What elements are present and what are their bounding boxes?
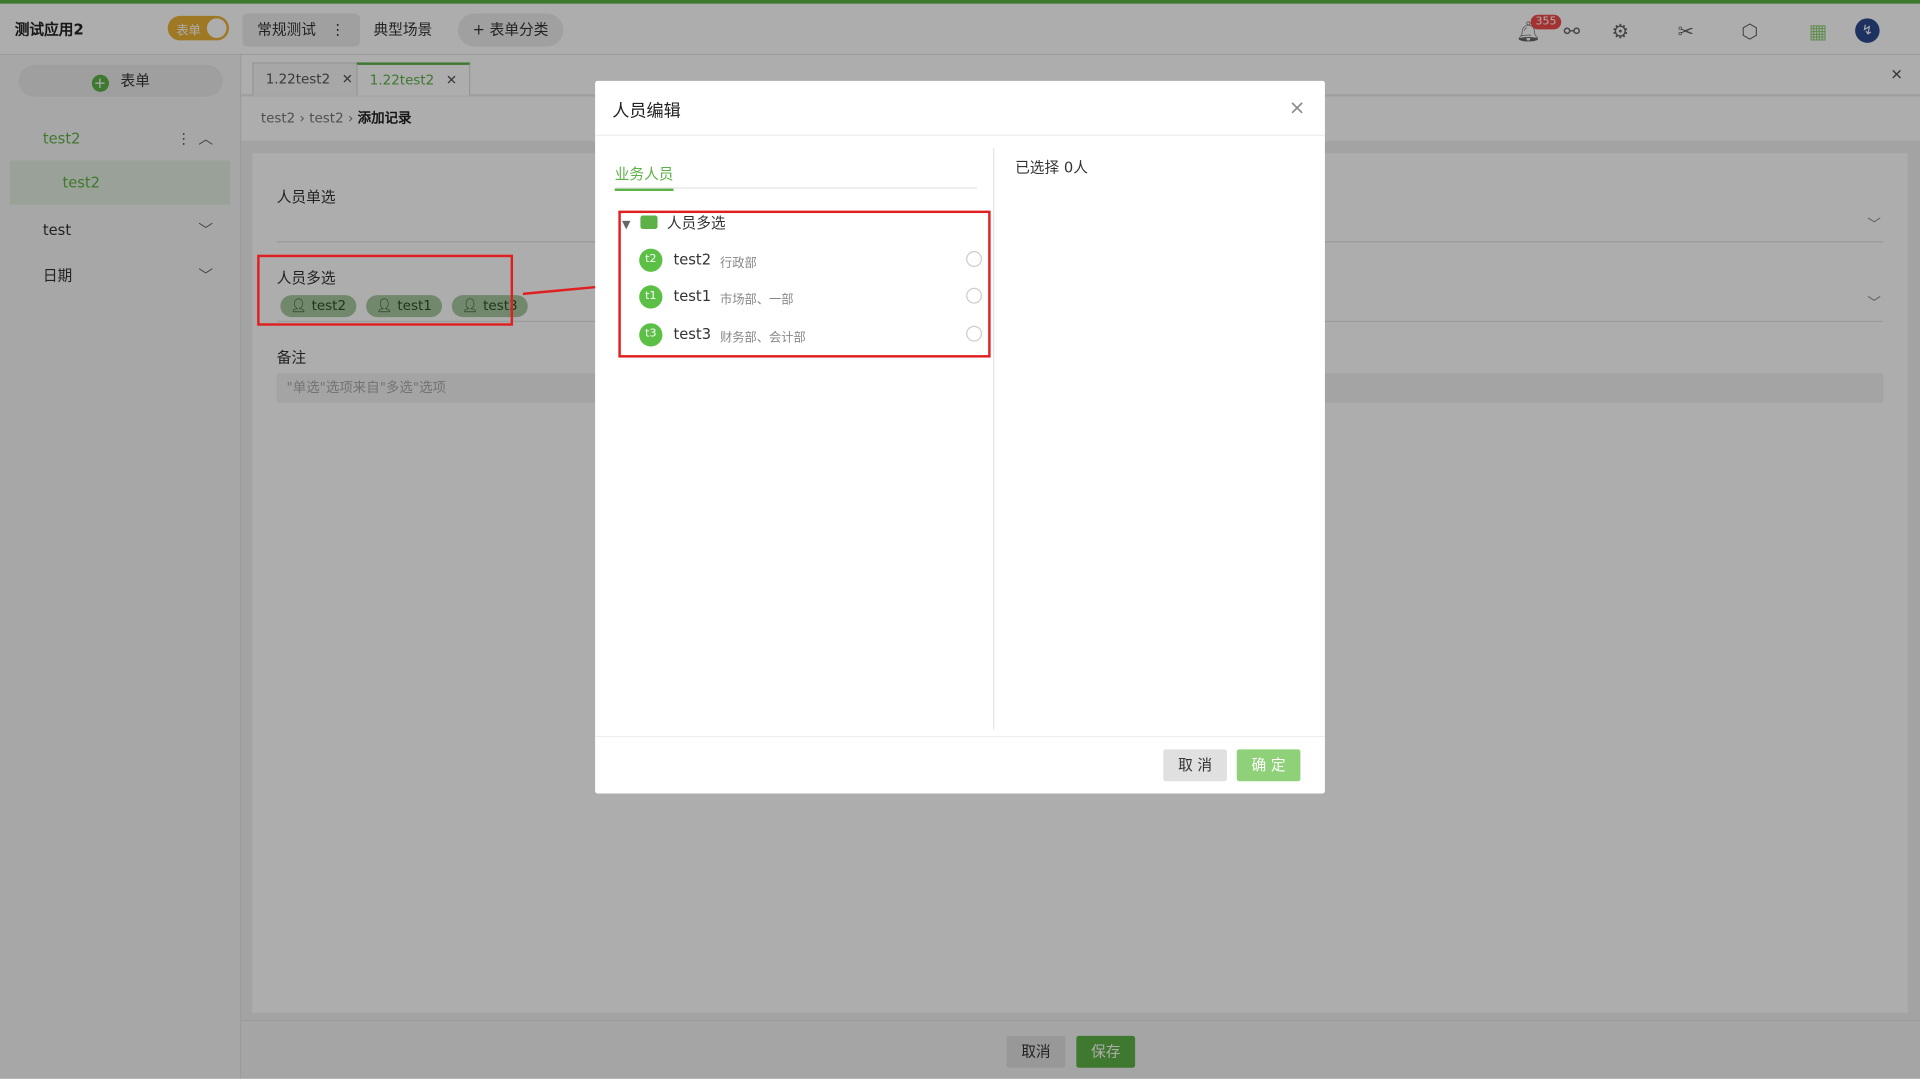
dialog-header: 人员编辑 ×	[595, 81, 1325, 136]
dialog-footer-divider	[595, 735, 1325, 738]
dialog-title: 人员编辑	[612, 101, 681, 122]
person-edit-dialog: 人员编辑 × 业务人员 ▼ 人员多选 t2 test2 行政部 t1 test1…	[595, 80, 1325, 794]
close-icon[interactable]: ×	[1289, 96, 1305, 119]
dialog-confirm-button[interactable]: 确 定	[1236, 749, 1301, 782]
selected-count: 已选择 0人	[1015, 159, 1088, 177]
highlight-box-form-field	[257, 254, 514, 326]
highlight-box-people-list	[618, 210, 991, 358]
dialog-cancel-button[interactable]: 取 消	[1163, 749, 1227, 782]
tab-divider	[614, 187, 978, 189]
